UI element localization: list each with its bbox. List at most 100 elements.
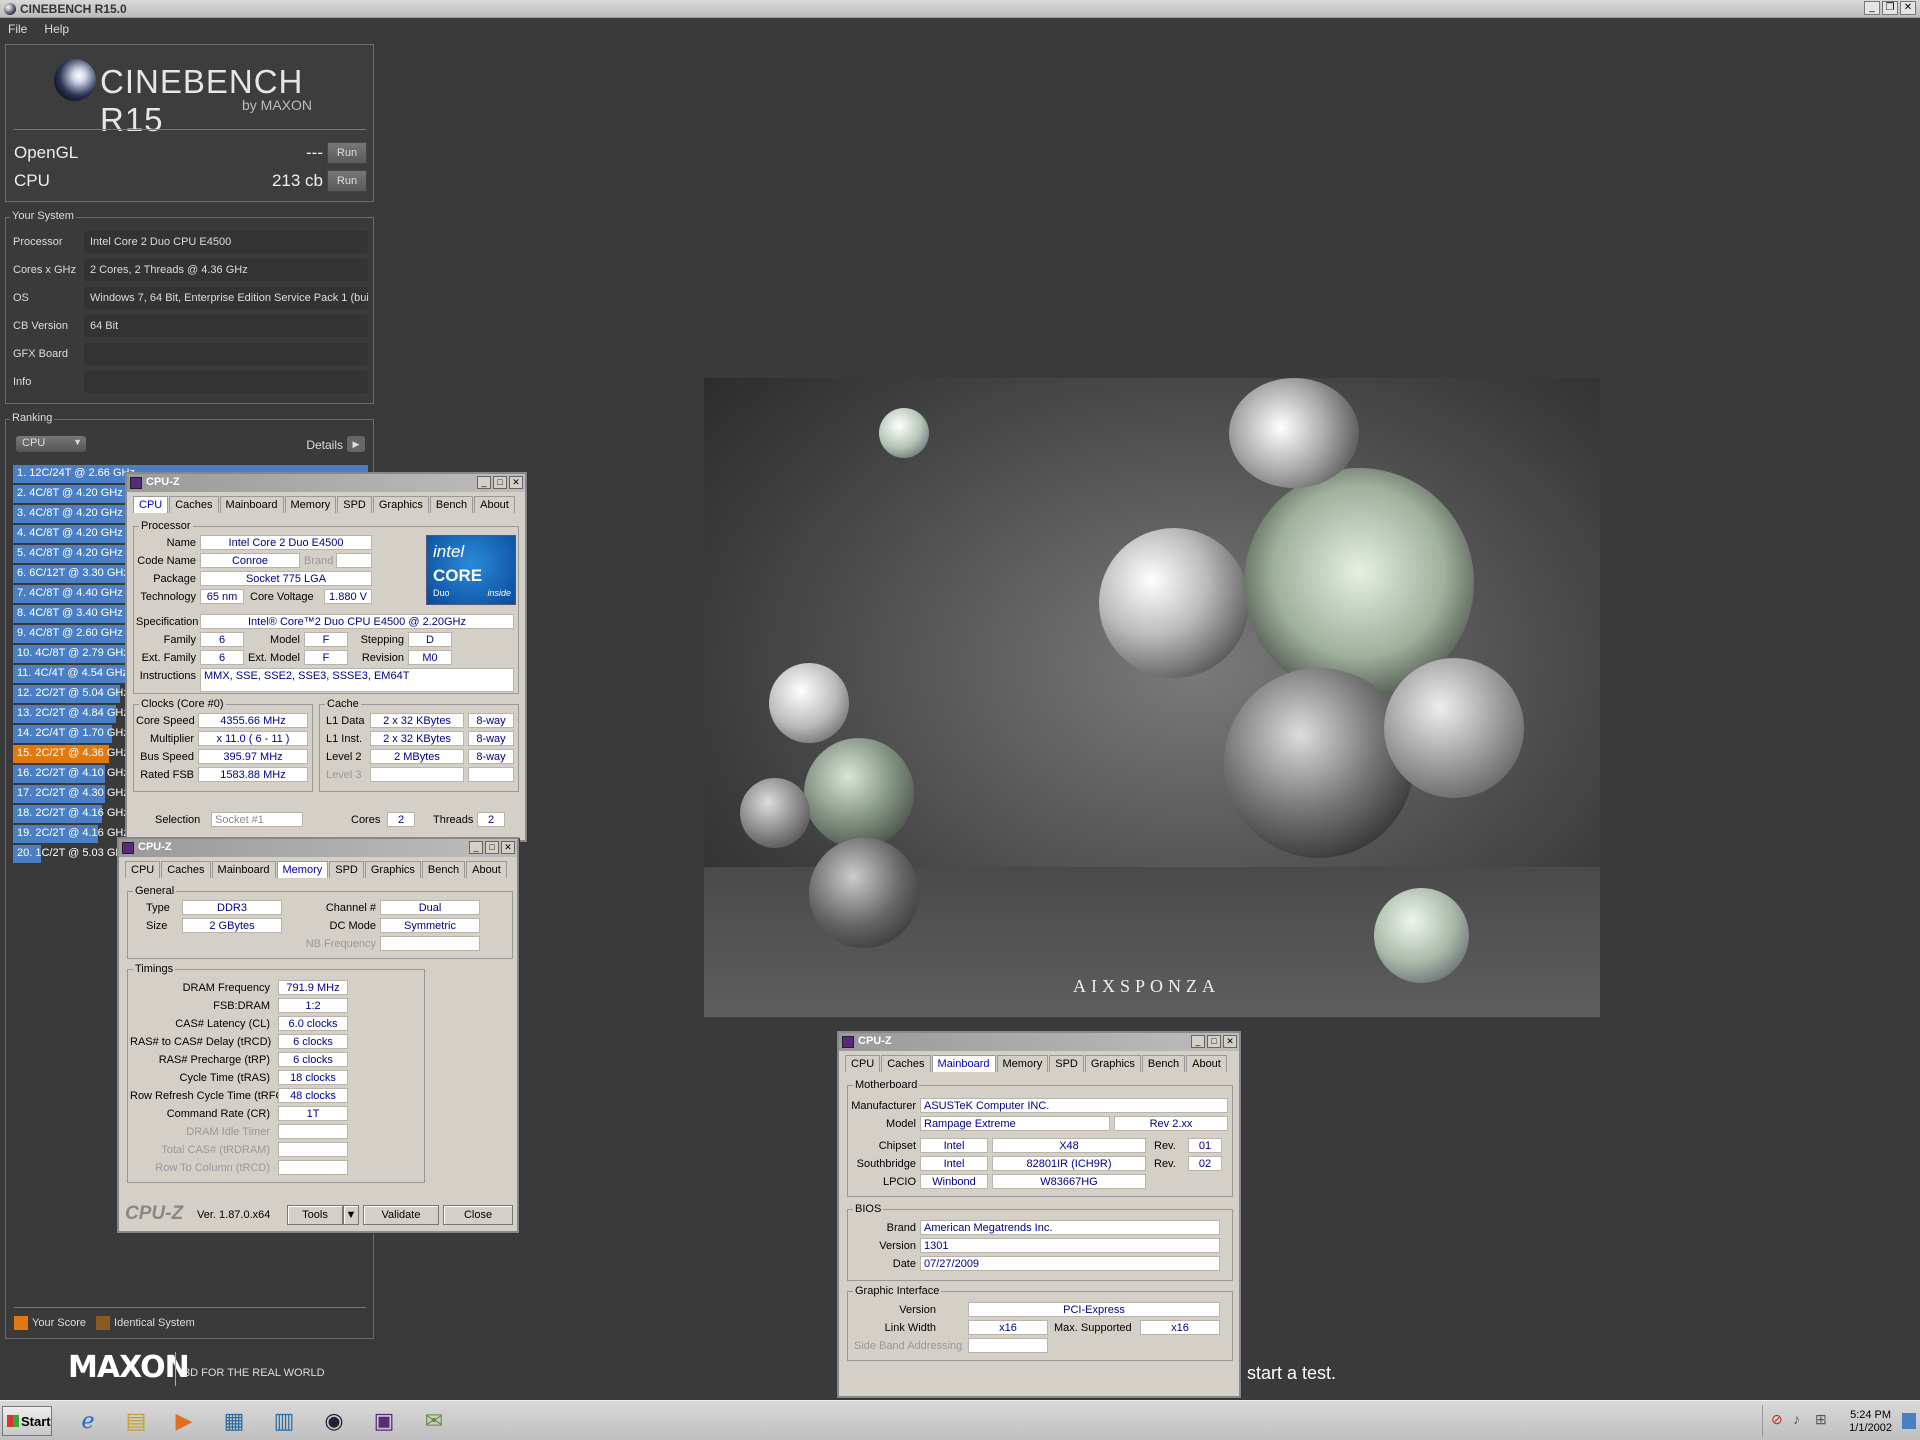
field-label: Stepping <box>360 634 404 646</box>
minimize-button[interactable]: _ <box>1191 1035 1205 1048</box>
tools-dropdown-button[interactable]: ▼ <box>343 1205 359 1225</box>
close-button[interactable]: Close <box>443 1205 513 1225</box>
tab-about[interactable]: About <box>474 496 515 513</box>
notification-icon[interactable]: ⊘ <box>1771 1411 1783 1428</box>
tab-graphics[interactable]: Graphics <box>364 861 421 878</box>
tools-button[interactable]: Tools <box>287 1205 343 1225</box>
network-icon[interactable]: ⊞ <box>1815 1411 1827 1428</box>
tab-bench[interactable]: Bench <box>429 496 474 513</box>
tab-mainboard[interactable]: Mainboard <box>211 861 276 878</box>
close-button[interactable]: ✕ <box>509 476 523 489</box>
minimize-button[interactable]: _ <box>477 476 491 489</box>
tab-about[interactable]: About <box>466 861 507 878</box>
maximize-button[interactable]: □ <box>485 841 499 854</box>
ext-model-value: F <box>304 650 348 665</box>
opengl-run-button[interactable]: Run <box>327 142 367 164</box>
l3-value <box>370 767 464 782</box>
timing-value: 1:2 <box>278 998 348 1013</box>
l1-data-value: 2 x 32 KBytes <box>370 713 464 728</box>
file-explorer-icon[interactable]: ▤ <box>116 1406 156 1436</box>
internet-explorer-icon[interactable]: ℯ <box>68 1406 108 1436</box>
cpuz-title: CPU-Z <box>858 1035 892 1047</box>
minimize-button[interactable]: _ <box>469 841 483 854</box>
chart-app-icon[interactable]: ▥ <box>264 1406 304 1436</box>
tab-caches[interactable]: Caches <box>881 1055 931 1072</box>
cpuz-taskbar-icon[interactable]: ▣ <box>364 1406 404 1436</box>
close-button[interactable]: ✕ <box>501 841 515 854</box>
tab-memory[interactable]: Memory <box>276 861 329 878</box>
your-score-swatch <box>14 1316 28 1330</box>
window-title: CINEBENCH R15.0 <box>20 2 127 16</box>
close-button[interactable]: ✕ <box>1223 1035 1237 1048</box>
tab-graphics[interactable]: Graphics <box>372 496 429 513</box>
restore-button[interactable]: ❐ <box>1882 1 1898 15</box>
graphic-interface-group: Graphic Interface Version PCI-Express Li… <box>847 1285 1233 1361</box>
tab-bench[interactable]: Bench <box>421 861 466 878</box>
cinebench-taskbar-icon[interactable]: ◉ <box>314 1406 354 1436</box>
group-legend: Cache <box>325 698 361 710</box>
ranking-item-label: 2. 4C/8T @ 4.20 GHz <box>17 487 123 499</box>
tab-cpu[interactable]: CPU <box>133 496 169 513</box>
field-label: Selection <box>155 814 201 826</box>
details-label[interactable]: Details <box>306 438 343 452</box>
tab-bench[interactable]: Bench <box>1141 1055 1186 1072</box>
field-label: Rev. <box>1154 1158 1176 1170</box>
menu-help[interactable]: Help <box>44 22 69 36</box>
motherboard-group: Motherboard Manufacturer ASUSTeK Compute… <box>847 1079 1233 1197</box>
model-value: F <box>304 632 348 647</box>
validate-button[interactable]: Validate <box>363 1205 439 1225</box>
render-sphere <box>1384 658 1524 798</box>
tab-mainboard[interactable]: Mainboard <box>219 496 284 513</box>
ranking-title: Ranking <box>10 412 55 424</box>
tab-caches[interactable]: Caches <box>169 496 219 513</box>
maximize-button[interactable]: □ <box>493 476 507 489</box>
tab-spd[interactable]: SPD <box>329 861 364 878</box>
sys-value[interactable] <box>84 371 368 393</box>
sys-key: Processor <box>13 236 63 248</box>
render-sphere <box>1374 888 1469 983</box>
tab-graphics[interactable]: Graphics <box>1084 1055 1141 1072</box>
volume-icon[interactable]: ♪ <box>1793 1411 1800 1427</box>
clock[interactable]: 5:24 PM 1/1/2002 <box>1849 1409 1892 1435</box>
details-arrow-button[interactable]: ▶ <box>347 436 365 452</box>
utility-app-icon[interactable]: ✉ <box>414 1406 454 1436</box>
cpuz-tabs: CPU Caches Mainboard Memory SPD Graphics… <box>125 861 508 878</box>
tab-memory[interactable]: Memory <box>284 496 337 513</box>
technology-value: 65 nm <box>200 589 244 604</box>
sys-value[interactable] <box>84 343 368 365</box>
start-button[interactable]: Start <box>2 1406 52 1436</box>
tab-spd[interactable]: SPD <box>1049 1055 1084 1072</box>
render-sphere <box>1224 668 1414 858</box>
show-desktop-button[interactable] <box>1902 1413 1916 1429</box>
maximize-button[interactable]: □ <box>1207 1035 1221 1048</box>
field-label: Size <box>146 920 168 932</box>
tab-caches[interactable]: Caches <box>161 861 211 878</box>
sys-key: OS <box>13 292 29 304</box>
tab-spd[interactable]: SPD <box>337 496 372 513</box>
field-label: L1 Data <box>326 715 365 727</box>
divider <box>14 1307 366 1308</box>
close-button[interactable]: ✕ <box>1900 1 1916 15</box>
tab-cpu[interactable]: CPU <box>125 861 161 878</box>
cinebench-logo-text: CINEBENCH R15 <box>100 63 304 138</box>
tab-about[interactable]: About <box>1186 1055 1227 1072</box>
link-width-value: x16 <box>968 1320 1048 1335</box>
timing-label: Row Refresh Cycle Time (tRFC) <box>130 1090 288 1102</box>
cinebench-app-icon <box>4 3 16 15</box>
network-app-icon[interactable]: ▦ <box>214 1406 254 1436</box>
ranking-item-label: 7. 4C/8T @ 4.40 GHz <box>17 587 123 599</box>
minimize-button[interactable]: _ <box>1864 1 1880 15</box>
tab-cpu[interactable]: CPU <box>845 1055 881 1072</box>
field-label: Type <box>146 902 170 914</box>
menu-file[interactable]: File <box>8 22 27 36</box>
cpu-run-button[interactable]: Run <box>327 170 367 192</box>
ranking-type-select[interactable]: CPU ▼ <box>16 436 86 452</box>
bios-brand-value: American Megatrends Inc. <box>920 1220 1220 1235</box>
tab-memory[interactable]: Memory <box>996 1055 1049 1072</box>
cpuz-window-mainboard: CPU-Z _ □ ✕ CPU Caches Mainboard Memory … <box>837 1031 1241 1398</box>
tab-mainboard[interactable]: Mainboard <box>931 1055 996 1072</box>
southbridge-rev-value: 02 <box>1188 1156 1222 1171</box>
socket-select[interactable]: Socket #1 <box>211 812 303 827</box>
media-player-icon[interactable]: ▶ <box>164 1406 204 1436</box>
cpuz-version: Ver. 1.87.0.x64 <box>197 1209 271 1221</box>
